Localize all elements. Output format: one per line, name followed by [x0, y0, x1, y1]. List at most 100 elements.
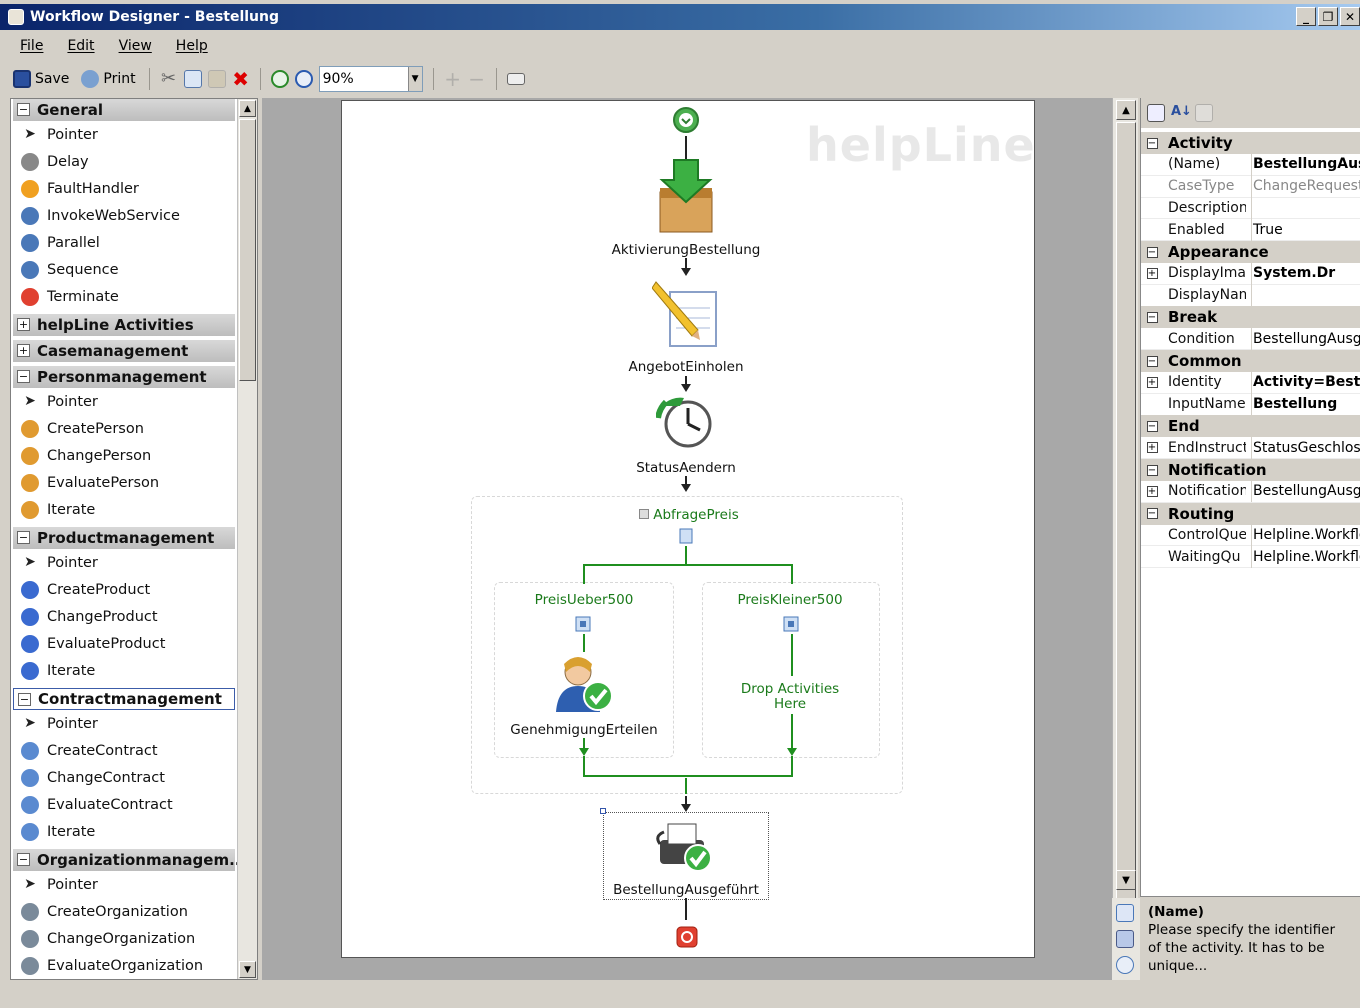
restore-button[interactable]: ❐ — [1318, 7, 1338, 26]
toolbox-item[interactable]: EvaluateProduct — [21, 631, 165, 657]
property-value[interactable] — [1251, 196, 1360, 219]
toolbox-item[interactable]: ➤ Pointer — [21, 711, 98, 737]
toolbox-item[interactable]: Iterate — [21, 497, 95, 523]
status-icon[interactable] — [656, 394, 714, 450]
page-icon[interactable] — [1116, 904, 1134, 922]
toolbox-item[interactable]: ➤ Pointer — [21, 122, 98, 148]
expand-icon[interactable]: + — [1141, 267, 1163, 279]
binoculars-icon[interactable] — [1116, 930, 1134, 948]
property-value[interactable]: BestellungAusg — [1251, 153, 1360, 176]
property-value[interactable]: ChangeRequest — [1251, 175, 1360, 198]
property-row[interactable]: DisplayName — [1141, 284, 1360, 307]
print-button[interactable]: Print — [78, 68, 138, 90]
property-value[interactable]: StatusGeschlosse — [1251, 436, 1360, 459]
property-category[interactable]: − Common — [1141, 350, 1360, 372]
property-value[interactable]: True — [1251, 218, 1360, 241]
property-value[interactable]: Helpline.Workflow — [1251, 545, 1360, 568]
minimize-button[interactable]: _ — [1296, 7, 1316, 26]
scroll-thumb[interactable] — [239, 119, 256, 381]
toolbox-item[interactable]: CreateContract — [21, 738, 158, 764]
toolbox-item[interactable]: ➤ Pointer — [21, 389, 98, 415]
toolbox-category[interactable]: − Organizationmanagem... — [13, 849, 246, 871]
property-category[interactable]: − Activity — [1141, 132, 1360, 154]
toolbox-scrollbar[interactable]: ▲ ▼ — [237, 99, 257, 979]
expand-icon[interactable]: + — [17, 344, 30, 357]
scroll-down-button[interactable]: ▼ — [239, 961, 256, 978]
toolbox-item[interactable]: Iterate — [21, 658, 95, 684]
menu-help[interactable]: Help — [176, 38, 208, 54]
property-category[interactable]: − Break — [1141, 306, 1360, 329]
toolbox-item[interactable]: FaultHandler — [21, 176, 139, 202]
collapse-icon[interactable]: − — [468, 69, 486, 89]
toolbox-item[interactable]: Terminate — [21, 284, 119, 310]
close-button[interactable]: ✕ — [1340, 7, 1360, 26]
collapse-icon[interactable]: − — [17, 370, 30, 383]
toolbox-category[interactable]: − Productmanagement — [13, 527, 235, 549]
property-value[interactable]: Bestellung — [1251, 393, 1360, 416]
zoom-select[interactable]: 90% ▼ — [318, 66, 423, 92]
property-value[interactable]: BestellungAusgef — [1251, 327, 1360, 350]
toolbox-item[interactable]: CreateOrganization — [21, 899, 188, 925]
categorized-icon[interactable] — [1147, 104, 1165, 122]
property-value[interactable]: BestellungAusgef — [1251, 480, 1360, 503]
property-category[interactable]: − Appearance — [1141, 241, 1360, 263]
property-category[interactable]: − Routing — [1141, 502, 1360, 525]
angebot-icon[interactable] — [652, 278, 722, 350]
collapse-icon[interactable]: − — [1141, 508, 1163, 520]
property-row[interactable]: + DisplayImag System.Dr — [1141, 262, 1360, 285]
property-category[interactable]: − End — [1141, 415, 1360, 438]
property-row[interactable]: ControlQue Helpline.Workflow — [1141, 523, 1360, 547]
collapse-icon[interactable]: − — [1141, 420, 1163, 432]
toolbox-category[interactable]: + Casemanagement — [13, 340, 235, 362]
scroll-thumb[interactable] — [1116, 122, 1136, 956]
toolbox-item[interactable]: Parallel — [21, 230, 100, 256]
collapse-icon[interactable]: − — [17, 103, 30, 116]
menu-view[interactable]: View — [119, 38, 152, 54]
property-row[interactable]: (Name) BestellungAusg — [1141, 153, 1360, 176]
drop-activities-hint[interactable]: Drop Activities Here — [740, 682, 840, 712]
designer-scrollbar[interactable]: ▲ ▼ — [1112, 98, 1138, 980]
toolbox-item[interactable]: EvaluateOrganization — [21, 953, 203, 979]
toolbox-item[interactable]: Iterate — [21, 819, 95, 845]
start-icon[interactable] — [672, 106, 700, 134]
property-row[interactable]: + Identity Activity=Beste — [1141, 371, 1360, 394]
menu-edit[interactable]: Edit — [67, 38, 94, 54]
save-button[interactable]: Save — [10, 68, 72, 90]
copy-icon[interactable] — [183, 70, 202, 88]
stop-icon[interactable] — [676, 926, 698, 948]
toolbox-item[interactable]: ChangeContract — [21, 765, 165, 791]
scroll-down-button[interactable]: ▼ — [1116, 870, 1136, 890]
property-row[interactable]: + EndInstructi StatusGeschlosse — [1141, 436, 1360, 460]
toolbox-item[interactable]: Sequence — [21, 257, 119, 283]
toolbox-item[interactable]: CreateProduct — [21, 577, 150, 603]
collapse-icon[interactable]: − — [1141, 246, 1163, 258]
paste-icon[interactable] — [207, 70, 226, 88]
property-category[interactable]: − Notification — [1141, 459, 1360, 481]
collapse-icon[interactable]: − — [1141, 137, 1163, 149]
property-value[interactable] — [1251, 284, 1360, 307]
toolbox-item[interactable]: InvokeWebService — [21, 203, 180, 229]
property-row[interactable]: + NotificationT BestellungAusgef — [1141, 480, 1360, 503]
expand-icon[interactable]: + — [1141, 442, 1163, 454]
property-row[interactable]: Enabled True — [1141, 218, 1360, 242]
toolbox-item[interactable]: CreatePerson — [21, 416, 144, 442]
sort-alpha-icon[interactable]: A↓ — [1171, 104, 1192, 122]
aktivierung-icon[interactable] — [656, 158, 716, 234]
property-value[interactable]: System.Dr — [1251, 262, 1360, 285]
collapse-icon[interactable]: − — [18, 693, 31, 706]
toolbox-item[interactable]: ➤ Pointer — [21, 550, 98, 576]
collapse-icon[interactable]: − — [1141, 464, 1163, 476]
selection-handle[interactable] — [600, 808, 606, 814]
property-value[interactable]: Activity=Beste — [1251, 371, 1360, 394]
toolbox-category[interactable]: − General — [13, 99, 235, 121]
toolbox-item[interactable]: ChangeOrganization — [21, 926, 195, 952]
expand-icon[interactable]: + — [1141, 376, 1163, 388]
genehmigung-icon[interactable] — [554, 654, 616, 714]
collapse-icon[interactable] — [639, 509, 650, 519]
zoom-out-icon[interactable] — [294, 70, 313, 88]
toolbox-item[interactable]: EvaluateContract — [21, 792, 173, 818]
property-row[interactable]: Description — [1141, 196, 1360, 220]
bestellung-ausgefuehrt-icon[interactable] — [654, 818, 716, 874]
toolbox-item[interactable]: EvaluatePerson — [21, 470, 159, 496]
property-value[interactable]: Helpline.Workflow — [1251, 523, 1360, 546]
